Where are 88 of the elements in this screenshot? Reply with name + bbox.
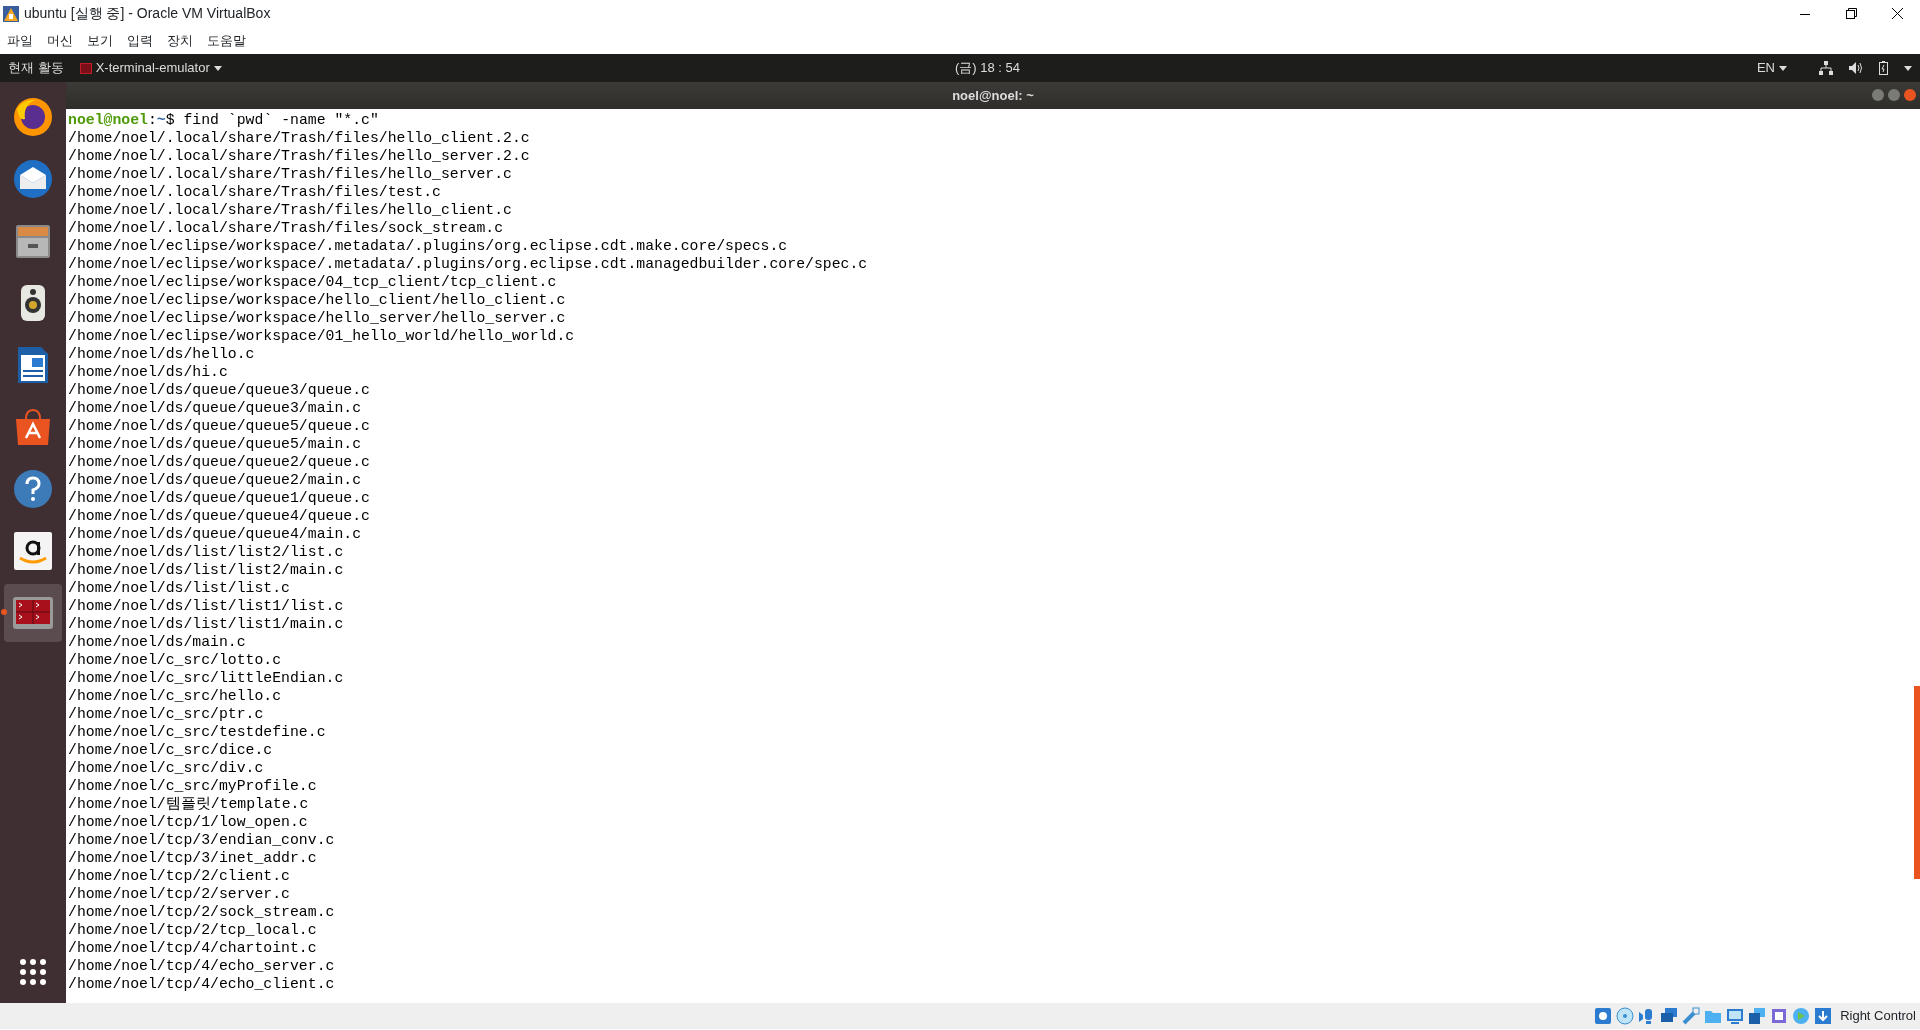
output-line: /home/noel/eclipse/workspace/01_hello_world/hello_world.c <box>68 326 575 345</box>
output-line: /home/noel/ds/queue/queue2/queue.c <box>68 452 370 471</box>
caret-icon <box>1779 65 1787 71</box>
input-method[interactable]: EN <box>1756 58 1787 78</box>
network-icon[interactable] <box>1819 61 1833 75</box>
output-line: /home/noel/c_src/littleEndian.c <box>68 668 344 687</box>
battery-icon[interactable] <box>1879 61 1888 75</box>
output-line: /home/noel/ds/main.c <box>68 632 246 651</box>
scrollbar-thumb[interactable] <box>1914 685 1920 879</box>
usb-icon[interactable] <box>1682 1007 1701 1025</box>
output-line: /home/noel/ds/queue/queue5/main.c <box>68 434 362 453</box>
command-line: noel@noel:~$ find `pwd` -name "*.c" <box>68 110 379 129</box>
menu-item[interactable]: 파일 <box>0 30 40 51</box>
output-line: /home/noel/ds/queue/queue3/main.c <box>68 398 362 417</box>
output-line: /home/noel/c_src/myProfile.c <box>68 776 317 795</box>
menu-item[interactable]: 머신 <box>40 30 80 51</box>
output-line: /home/noel/tcp/2/server.c <box>68 884 290 903</box>
app-grid-icon[interactable] <box>20 959 46 985</box>
terminal-icon <box>79 62 92 74</box>
output-line: /home/noel/ds/queue/queue1/queue.c <box>68 488 370 507</box>
app-menu[interactable]: X-terminal-emulator <box>79 58 222 78</box>
output-line: /home/noel/tcp/4/echo_client.c <box>68 974 335 993</box>
output-line: /home/noel/eclipse/workspace/.metadata/.plugins/org.eclipse.cdt.make.core/specs.c <box>68 236 788 255</box>
output-line: /home/noel/ds/queue/queue5/queue.c <box>68 416 370 435</box>
browser-icon <box>11 95 55 139</box>
output-line: /home/noel/eclipse/workspace/hello_client/hello_client.c <box>68 290 566 309</box>
activities-button[interactable]: 현재 활동 <box>8 58 64 78</box>
window-title: ubuntu [실행 중] - Oracle VM VirtualBox <box>24 4 272 23</box>
help-icon <box>11 467 55 511</box>
output-line: /home/noel/.local/share/Trash/files/sock_stream.c <box>68 218 504 237</box>
menu-item[interactable]: 보기 <box>80 30 120 51</box>
output-line: /home/noel/.local/share/Trash/files/hello_client.2.c <box>68 128 530 147</box>
output-line: /home/noel/ds/hello.c <box>68 344 255 363</box>
output-line: /home/noel/ds/list/list2/list.c <box>68 542 344 561</box>
host-key-label: Right Control <box>1840 1007 1916 1026</box>
output-line: /home/noel/.local/share/Trash/files/test.c <box>68 182 441 201</box>
output-line: /home/noel/eclipse/workspace/.metadata/.plugins/org.eclipse.cdt.managedbuilder.core/spec.c <box>68 254 868 273</box>
output-line: /home/noel/.local/share/Trash/files/hello_server.2.c <box>68 146 530 165</box>
output-line: /home/noel/c_src/dice.c <box>68 740 273 759</box>
output-line: /home/noel/eclipse/workspace/04_tcp_client/tcp_client.c <box>68 272 557 291</box>
output-line: /home/noel/tcp/2/sock_stream.c <box>68 902 335 921</box>
mail-icon <box>11 157 55 201</box>
menu-item[interactable]: 장치 <box>160 30 200 51</box>
output-line: /home/noel/ds/queue/queue4/main.c <box>68 524 362 543</box>
output-line: /home/noel/tcp/4/echo_server.c <box>68 956 335 975</box>
output-line: /home/noel/템플릿/template.c <box>68 794 309 813</box>
output-line: /home/noel/c_src/lotto.c <box>68 650 282 669</box>
close-button[interactable] <box>1904 89 1916 102</box>
output-line: /home/noel/ds/hi.c <box>68 362 228 381</box>
output-line: /home/noel/ds/queue/queue3/queue.c <box>68 380 370 399</box>
network-icon[interactable] <box>1660 1007 1679 1025</box>
maximize-button[interactable] <box>1888 89 1900 102</box>
output-line: /home/noel/ds/list/list1/main.c <box>68 614 344 633</box>
monitor-icon[interactable] <box>1726 1007 1745 1025</box>
output-line: /home/noel/tcp/1/low_open.c <box>68 812 308 831</box>
chip-icon[interactable] <box>1770 1007 1789 1025</box>
output-line: /home/noel/.local/share/Trash/files/hello_server.c <box>68 164 512 183</box>
volume-icon[interactable] <box>1849 61 1863 75</box>
clock[interactable]: (금) 18 : 54 <box>955 58 1021 78</box>
caret-icon <box>213 65 222 71</box>
output-line: /home/noel/tcp/2/client.c <box>68 866 290 885</box>
output-line: /home/noel/ds/queue/queue4/queue.c <box>68 506 370 525</box>
menu-item[interactable]: 도움말 <box>200 30 253 51</box>
output-line: /home/noel/c_src/hello.c <box>68 686 282 705</box>
terminal-title: noel@noel: ~ <box>952 86 1034 105</box>
output-line: /home/noel/ds/list/list2/main.c <box>68 560 344 579</box>
minimize-button[interactable] <box>1872 89 1884 102</box>
output-line: /home/noel/tcp/2/tcp_local.c <box>68 920 317 939</box>
output-line: /home/noel/ds/list/list1/list.c <box>68 596 344 615</box>
disc-icon[interactable] <box>1616 1007 1635 1025</box>
app-icon <box>2 4 20 23</box>
output-line: /home/noel/c_src/ptr.c <box>68 704 264 723</box>
shopping-icon <box>11 529 55 573</box>
output-line: /home/noel/.local/share/Trash/files/hello_client.c <box>68 200 512 219</box>
download-icon[interactable] <box>1814 1007 1833 1025</box>
menu-item[interactable]: 입력 <box>120 30 160 51</box>
output-line: /home/noel/tcp/3/inet_addr.c <box>68 848 317 867</box>
close-icon <box>1891 8 1903 19</box>
output-line: /home/noel/ds/queue/queue2/main.c <box>68 470 362 489</box>
caret-icon[interactable] <box>1904 65 1912 71</box>
output-line: /home/noel/c_src/div.c <box>68 758 264 777</box>
output-line: /home/noel/tcp/4/chartoint.c <box>68 938 317 957</box>
output-line: /home/noel/eclipse/workspace/hello_server/hello_server.c <box>68 308 566 327</box>
output-line: /home/noel/tcp/3/endian_conv.c <box>68 830 335 849</box>
restore-icon <box>1845 8 1857 19</box>
windows-icon[interactable] <box>1748 1007 1767 1025</box>
output-line: /home/noel/ds/list/list.c <box>68 578 290 597</box>
output-line: /home/noel/c_src/testdefine.c <box>68 722 326 741</box>
